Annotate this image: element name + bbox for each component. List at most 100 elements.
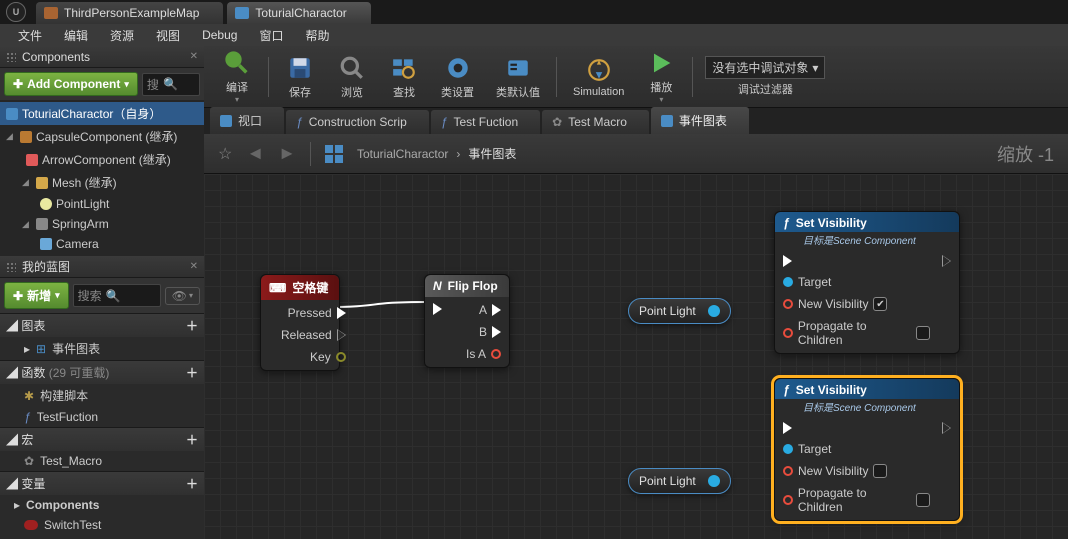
breadcrumb-root[interactable]: ToturialCharactor <box>357 147 448 161</box>
node-input-space[interactable]: ⌨空格键 Pressed Released Key <box>260 274 340 371</box>
compile-button[interactable]: 编译▾ <box>212 49 262 105</box>
pin-released[interactable]: Released <box>281 328 346 342</box>
tab-test-function[interactable]: ƒTest Fuction <box>431 110 540 134</box>
item-eventgraph[interactable]: ▸⊞事件图表 <box>0 337 204 360</box>
components-panel-header[interactable]: Components ✕ <box>0 46 204 68</box>
pin-exec-in[interactable] <box>783 422 930 434</box>
item-components-var[interactable]: ▸Components <box>0 495 204 515</box>
menu-help[interactable]: 帮助 <box>295 25 339 46</box>
tree-item-mesh[interactable]: ◢Mesh (继承) <box>0 171 204 194</box>
find-button[interactable]: 查找 <box>379 49 429 105</box>
tree-item-arrow[interactable]: ArrowComponent (继承) <box>0 148 204 171</box>
menu-asset[interactable]: 资源 <box>100 25 144 46</box>
menu-view[interactable]: 视图 <box>146 25 190 46</box>
section-macros[interactable]: ◢ 宏＋ <box>0 427 204 451</box>
checkbox-checked[interactable]: ✔ <box>873 297 887 311</box>
pin-a[interactable]: A <box>479 303 501 317</box>
pin-key[interactable]: Key <box>310 350 346 364</box>
class-defaults-button[interactable]: 类默认值 <box>486 49 550 105</box>
tree-item-springarm[interactable]: ◢SpringArm <box>0 214 204 234</box>
pin-isa[interactable]: Is A <box>466 347 501 361</box>
pin-pressed[interactable]: Pressed <box>288 306 346 320</box>
section-functions[interactable]: ◢ 函数 (29 可重载)＋ <box>0 360 204 384</box>
mybp-search-input[interactable]: 搜索🔍 <box>73 284 161 307</box>
tab-viewport[interactable]: 视口 <box>210 107 284 134</box>
tree-item-pointlight[interactable]: PointLight <box>0 194 204 214</box>
add-component-button[interactable]: ✚Add Component <box>4 72 138 96</box>
class-settings-button[interactable]: 类设置 <box>431 49 484 105</box>
tab-construction[interactable]: ƒConstruction Scrip <box>286 110 429 134</box>
pin-b[interactable]: B <box>479 325 501 339</box>
panel-title: Components <box>22 50 90 64</box>
search-placeholder: 搜索 <box>78 287 102 304</box>
add-function-icon[interactable]: ＋ <box>186 364 198 381</box>
item-testfunction[interactable]: ƒTestFuction <box>0 407 204 427</box>
checkbox-unchecked[interactable] <box>916 493 930 507</box>
pin-target[interactable]: Target <box>783 275 930 289</box>
add-graph-icon[interactable]: ＋ <box>186 317 198 334</box>
add-macro-icon[interactable]: ＋ <box>186 431 198 448</box>
pin-exec-in[interactable] <box>433 303 442 315</box>
graph-nav-bar: ☆ ◄ ► ToturialCharactor › 事件图表 缩放 -1 <box>204 134 1068 174</box>
grip-icon <box>6 52 16 62</box>
pin-propagate[interactable]: Propagate to Children <box>783 486 930 514</box>
node-set-visibility-2[interactable]: ƒSet Visibility 目标是Scene Component Targe… <box>774 378 960 521</box>
graph-canvas[interactable]: ⌨空格键 Pressed Released Key NFlip Flop <box>204 174 1068 539</box>
pin-exec-in[interactable] <box>783 255 930 267</box>
var-label: Point Light <box>639 474 696 488</box>
save-button[interactable]: 保存 <box>275 49 325 105</box>
menu-file[interactable]: 文件 <box>8 25 52 46</box>
item-construct[interactable]: ✱构建脚本 <box>0 384 204 407</box>
node-set-visibility-1[interactable]: ƒSet Visibility 目标是Scene Component Targe… <box>774 211 960 354</box>
tab-level[interactable]: ThirdPersonExampleMap <box>36 2 223 24</box>
editor-tabs: 视口 ƒConstruction Scrip ƒTest Fuction ✿Te… <box>204 108 1068 134</box>
play-button[interactable]: 播放▾ <box>636 49 686 105</box>
node-var-pointlight-2[interactable]: Point Light <box>628 468 731 494</box>
components-search-input[interactable]: 搜🔍 <box>142 73 200 96</box>
view-options-button[interactable]: 👁▾ <box>165 287 200 305</box>
nav-back-button[interactable]: ◄ <box>246 143 264 164</box>
close-icon[interactable]: ✕ <box>190 51 198 62</box>
my-blueprint-header[interactable]: 我的蓝图 ✕ <box>0 256 204 278</box>
node-title: 空格键 <box>292 279 328 296</box>
keyboard-icon: ⌨ <box>269 281 286 295</box>
debug-object-selector[interactable]: 没有选中调试对象▾ <box>705 56 825 79</box>
item-switchtest[interactable]: SwitchTest <box>0 515 204 535</box>
section-graphs[interactable]: ◢ 图表＋ <box>0 313 204 337</box>
nav-forward-button[interactable]: ► <box>278 143 296 164</box>
menu-edit[interactable]: 编辑 <box>54 25 98 46</box>
search-placeholder: 搜 <box>147 76 159 93</box>
close-icon[interactable]: ✕ <box>190 261 198 272</box>
browse-button[interactable]: 浏览 <box>327 49 377 105</box>
pin-new-visibility[interactable]: New Visibility <box>783 464 930 478</box>
menu-window[interactable]: 窗口 <box>249 25 293 46</box>
pin-propagate[interactable]: Propagate to Children <box>783 319 930 347</box>
checkbox-unchecked[interactable] <box>916 326 930 340</box>
item-testmacro[interactable]: ✿Test_Macro <box>0 451 204 471</box>
components-tree: ToturialCharactor（自身） ◢CapsuleComponent … <box>0 100 204 256</box>
add-variable-icon[interactable]: ＋ <box>186 475 198 492</box>
menu-debug[interactable]: Debug <box>192 26 247 44</box>
simulation-button[interactable]: Simulation <box>563 49 634 105</box>
tab-event-graph[interactable]: 事件图表 <box>651 107 749 134</box>
pin-exec-out[interactable] <box>942 255 951 267</box>
breadcrumb-leaf[interactable]: 事件图表 <box>468 145 516 162</box>
pin-new-visibility[interactable]: New Visibility✔ <box>783 297 930 311</box>
tree-item-camera[interactable]: Camera <box>0 234 204 254</box>
macro-icon: N <box>433 279 442 293</box>
breadcrumb[interactable]: ToturialCharactor › 事件图表 <box>357 145 516 162</box>
pin-out[interactable] <box>708 475 720 487</box>
add-new-button[interactable]: ✚新增 <box>4 282 69 309</box>
tree-item-capsule[interactable]: ◢CapsuleComponent (继承) <box>0 125 204 148</box>
pin-exec-out[interactable] <box>942 422 951 434</box>
checkbox-unchecked[interactable] <box>873 464 887 478</box>
node-flipflop[interactable]: NFlip Flop A B Is A <box>424 274 510 368</box>
tab-test-macro[interactable]: ✿Test Macro <box>542 110 649 134</box>
node-var-pointlight-1[interactable]: Point Light <box>628 298 731 324</box>
tab-blueprint[interactable]: ToturialCharactor <box>227 2 370 24</box>
section-variables[interactable]: ◢ 变量＋ <box>0 471 204 495</box>
pin-out[interactable] <box>708 305 720 317</box>
favorite-icon[interactable]: ☆ <box>218 144 232 164</box>
tree-item-self[interactable]: ToturialCharactor（自身） <box>0 102 204 125</box>
pin-target[interactable]: Target <box>783 442 930 456</box>
